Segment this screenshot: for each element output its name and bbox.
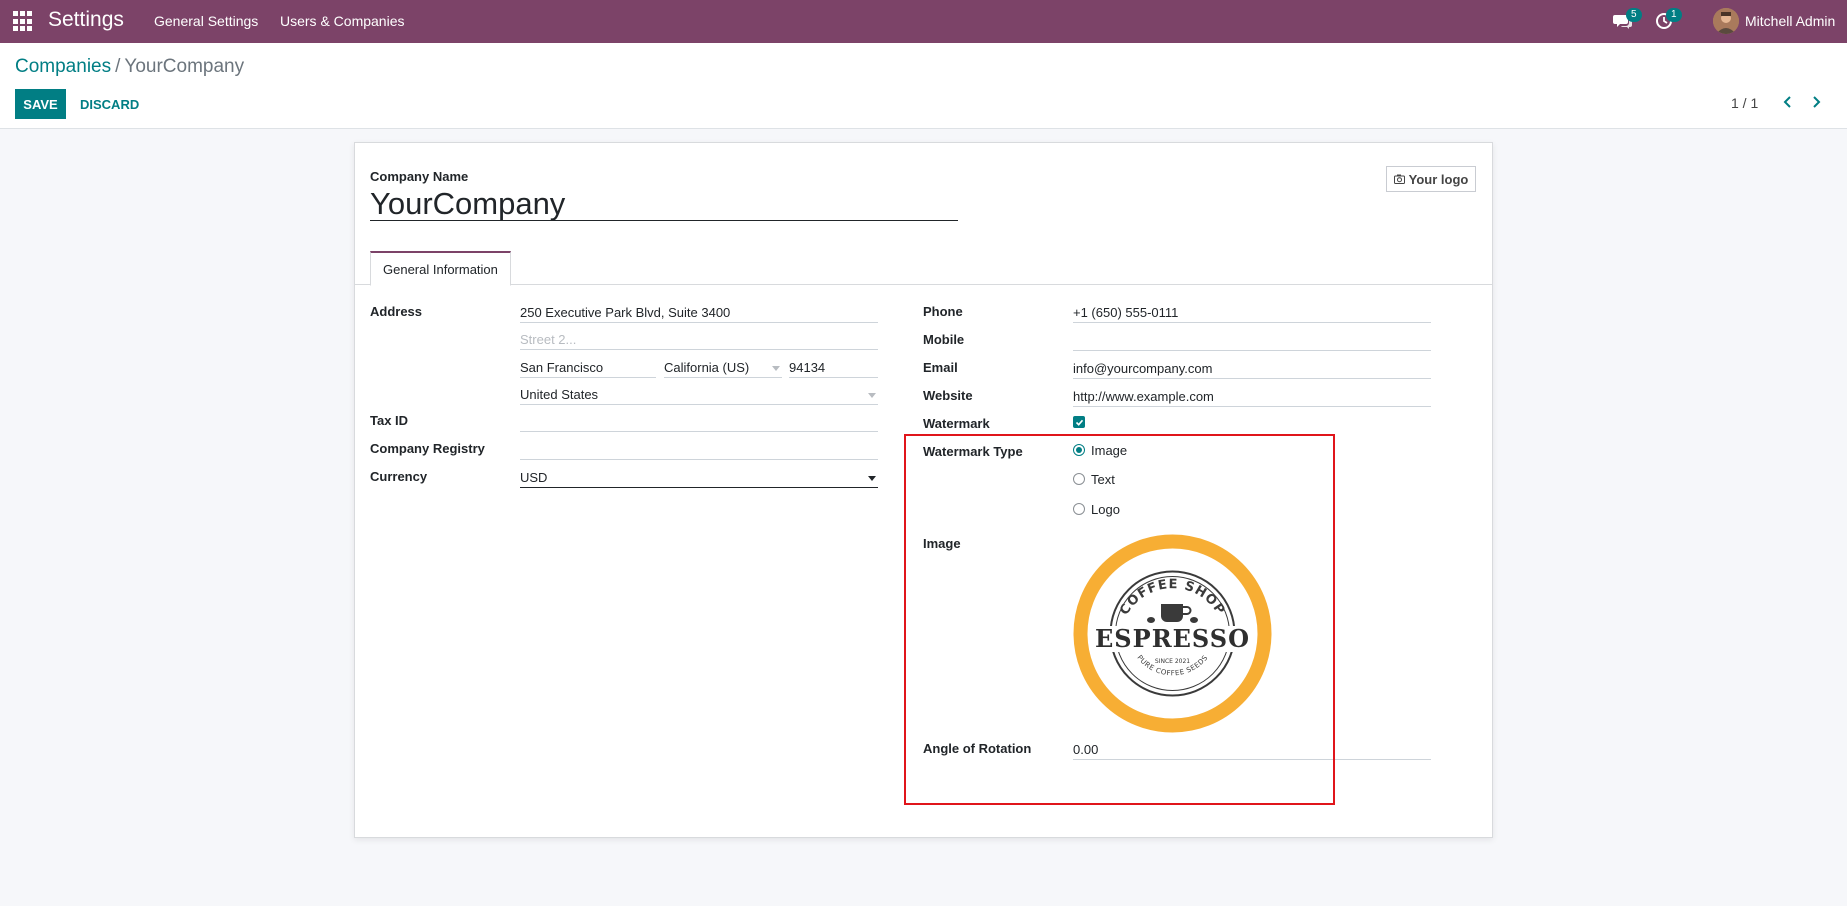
watermark-type-label: Watermark Type — [923, 444, 1023, 459]
state-value: California (US) — [664, 360, 750, 375]
angle-of-rotation-input[interactable]: 0.00 — [1073, 740, 1431, 760]
watermark-checkbox[interactable] — [1073, 416, 1085, 428]
save-button[interactable]: SAVE — [15, 89, 66, 119]
country-select[interactable]: United States — [520, 385, 878, 405]
watermark-image-field[interactable]: COFFEE SHOP ESPRESSO SINCE 2021 PURE COF… — [1073, 534, 1272, 733]
country-value: United States — [520, 387, 599, 402]
logo-main-text: ESPRESSO — [1095, 624, 1250, 653]
breadcrumb-current: YourCompany — [124, 56, 245, 77]
pager-value[interactable]: 1 / 1 — [1731, 95, 1758, 111]
form-tabs: General Information — [355, 251, 1492, 286]
watermark-type-text-label[interactable]: Text — [1091, 472, 1115, 487]
pager-previous-icon[interactable] — [1779, 93, 1797, 111]
breadcrumb-separator: / — [115, 56, 121, 77]
state-dropdown-icon — [772, 366, 780, 371]
user-menu[interactable]: Mitchell Admin — [1745, 13, 1835, 29]
mobile-input[interactable] — [1073, 331, 1431, 351]
watermark-type-text-radio[interactable] — [1073, 473, 1085, 485]
state-select[interactable]: California (US) — [664, 358, 782, 378]
discard-button[interactable]: DISCARD — [80, 89, 139, 119]
camera-icon — [1393, 174, 1405, 184]
mobile-label: Mobile — [923, 332, 965, 347]
street2-input[interactable]: Street 2... — [520, 330, 878, 350]
angle-of-rotation-label: Angle of Rotation — [923, 741, 1032, 756]
currency-value: USD — [520, 470, 548, 485]
pager-next-icon[interactable] — [1807, 93, 1825, 111]
logo-since-text: SINCE 2021 — [1155, 658, 1190, 665]
watermark-type-image-label[interactable]: Image — [1091, 443, 1127, 458]
breadcrumb: Companies / YourCompany — [15, 56, 244, 78]
apps-menu-icon[interactable] — [13, 11, 34, 32]
currency-label: Currency — [370, 469, 428, 484]
address-label: Address — [370, 304, 423, 319]
email-label: Email — [923, 360, 958, 375]
country-dropdown-icon — [868, 393, 876, 398]
company-registry-input[interactable] — [520, 440, 878, 460]
company-name-input[interactable]: YourCompany — [370, 187, 958, 221]
image-label: Image — [923, 536, 961, 551]
breadcrumb-companies[interactable]: Companies — [15, 56, 111, 77]
app-title[interactable]: Settings — [48, 8, 124, 32]
menu-users-companies[interactable]: Users & Companies — [280, 13, 405, 29]
your-logo-label: Your logo — [1408, 171, 1469, 187]
phone-label: Phone — [923, 304, 963, 319]
espresso-logo-image: COFFEE SHOP ESPRESSO SINCE 2021 PURE COF… — [1073, 534, 1272, 733]
watermark-type-logo-radio[interactable] — [1073, 503, 1085, 515]
email-input[interactable]: info@yourcompany.com — [1073, 359, 1431, 379]
tax-id-input[interactable] — [520, 412, 878, 432]
company-name-label: Company Name — [370, 169, 469, 184]
control-panel: Companies / YourCompany SAVE DISCARD 1 / 1 — [0, 43, 1847, 129]
watermark-type-image-radio[interactable] — [1073, 444, 1085, 456]
tax-id-label: Tax ID — [370, 413, 409, 428]
currency-dropdown-icon — [868, 476, 876, 481]
watermark-label: Watermark — [923, 416, 990, 431]
zip-input[interactable]: 94134 — [789, 358, 878, 378]
menu-general-settings[interactable]: General Settings — [154, 13, 258, 29]
currency-select[interactable]: USD — [520, 468, 878, 488]
company-form-sheet: Company Name YourCompany Your logo Gener… — [354, 142, 1493, 838]
street-input[interactable]: 250 Executive Park Blvd, Suite 3400 — [520, 303, 878, 323]
website-label: Website — [923, 388, 973, 403]
top-navbar: Settings General Settings Users & Compan… — [0, 0, 1847, 43]
activities-badge: 1 — [1666, 8, 1682, 22]
city-input[interactable]: San Francisco — [520, 358, 656, 378]
phone-input[interactable]: +1 (650) 555-0111 — [1073, 303, 1431, 323]
company-registry-label: Company Registry — [370, 441, 485, 456]
watermark-type-logo-label[interactable]: Logo — [1091, 502, 1120, 517]
user-avatar[interactable] — [1713, 8, 1739, 34]
checkmark-icon — [1075, 419, 1083, 426]
your-logo-button[interactable]: Your logo — [1386, 166, 1476, 192]
website-input[interactable]: http://www.example.com — [1073, 387, 1431, 407]
messages-badge: 5 — [1626, 8, 1642, 22]
tab-general-information[interactable]: General Information — [370, 251, 511, 286]
